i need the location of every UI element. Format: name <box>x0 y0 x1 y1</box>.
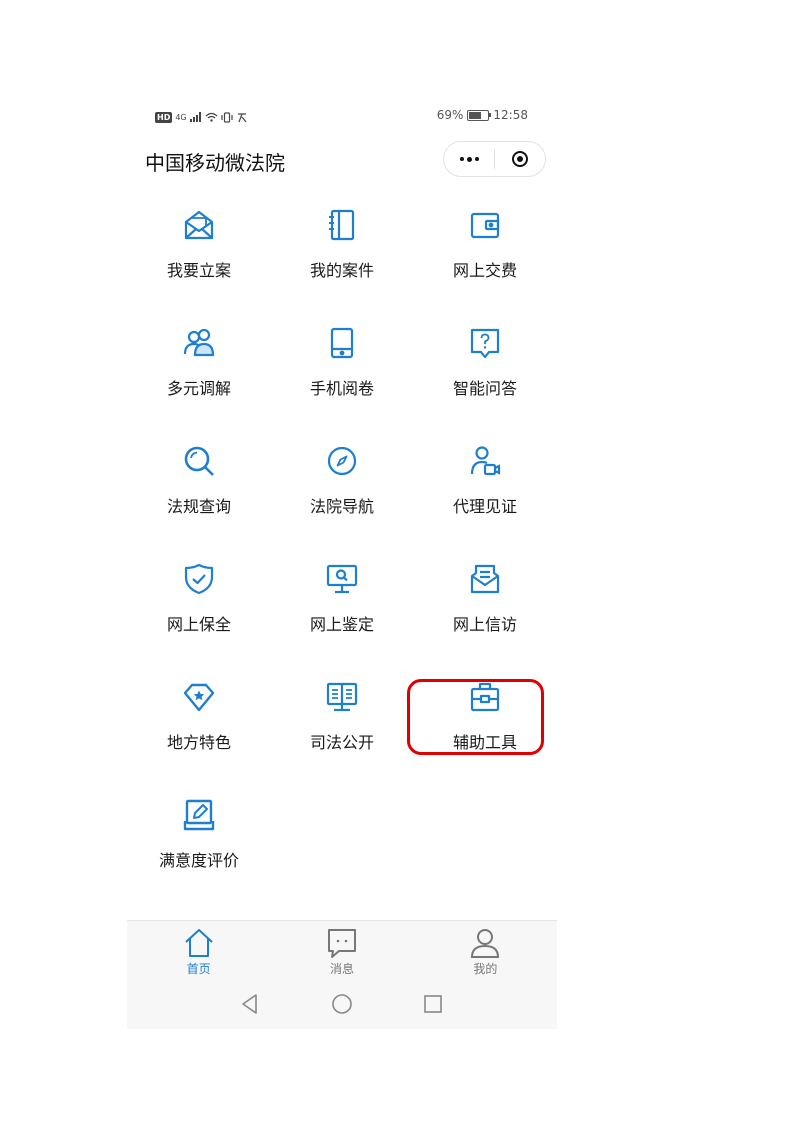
grid-item-local-features[interactable]: 地方特色 <box>139 681 259 771</box>
tab-label: 我的 <box>473 962 498 976</box>
envelope-open-icon <box>184 210 214 240</box>
recents-square-icon[interactable] <box>422 993 444 1015</box>
diamond-star-icon <box>183 683 215 712</box>
home-circle-icon[interactable] <box>331 993 353 1015</box>
edit-tray-icon <box>183 799 215 831</box>
grid-item-judicial-disclosure[interactable]: 司法公开 <box>282 681 402 771</box>
grid-item-online-preservation[interactable]: 网上保全 <box>139 563 259 653</box>
grid-item-my-cases[interactable]: 我的案件 <box>282 209 402 299</box>
home-icon <box>184 929 213 957</box>
tab-mine[interactable]: 我的 <box>414 921 557 979</box>
grid-item-smart-qa[interactable]: 智能问答 <box>425 327 545 417</box>
status-bar-right: 69% 12:58 <box>437 108 528 122</box>
status-bar-left: HD 4G <box>155 110 248 124</box>
tab-bar: 首页 消息 我的 <box>127 920 557 979</box>
signal-icon <box>189 112 201 122</box>
close-miniprogram-button[interactable] <box>495 142 545 176</box>
battery-icon <box>467 109 492 121</box>
user-icon <box>471 929 500 958</box>
question-bubble-icon <box>470 328 500 359</box>
grid-item-mobile-review[interactable]: 手机阅卷 <box>282 327 402 417</box>
grid-item-online-petition[interactable]: 网上信访 <box>425 563 545 653</box>
grid-item-satisfaction-rating[interactable]: 满意度评价 <box>139 799 259 889</box>
grid-label: 地方特色 <box>166 733 231 752</box>
grid-item-proxy-witness[interactable]: 代理见证 <box>425 445 545 535</box>
menu-capsule <box>443 141 546 177</box>
mail-letter-icon <box>470 564 500 594</box>
grid-item-online-appraisal[interactable]: 网上鉴定 <box>282 563 402 653</box>
wifi-icon <box>205 112 218 122</box>
grid-item-law-search[interactable]: 法规查询 <box>139 445 259 535</box>
grid-item-mediation[interactable]: 多元调解 <box>139 327 259 417</box>
shield-check-icon <box>184 563 214 595</box>
page-title: 中国移动微法院 <box>145 151 285 175</box>
target-icon <box>512 151 528 167</box>
grid-label: 法院导航 <box>309 497 374 516</box>
grid-label: 网上保全 <box>166 615 231 634</box>
tab-home[interactable]: 首页 <box>127 921 270 979</box>
nfc-icon <box>237 112 247 122</box>
grid-label: 司法公开 <box>309 733 374 752</box>
person-video-icon <box>470 446 501 476</box>
grid-label: 网上交费 <box>452 261 517 280</box>
wallet-icon <box>470 212 500 239</box>
grid-label: 我要立案 <box>166 261 231 280</box>
grid-label: 代理见证 <box>452 497 517 516</box>
grid-item-court-navigation[interactable]: 法院导航 <box>282 445 402 535</box>
tab-messages[interactable]: 消息 <box>270 921 413 979</box>
grid-label: 法规查询 <box>166 497 231 516</box>
tab-label: 消息 <box>329 962 354 976</box>
message-icon <box>327 929 356 958</box>
hd-badge: HD <box>155 111 173 123</box>
grid-label: 我的案件 <box>309 261 374 280</box>
monitor-search-icon <box>326 564 358 594</box>
vibrate-icon <box>221 111 233 123</box>
grid-label: 多元调解 <box>166 379 231 398</box>
grid-item-online-payment[interactable]: 网上交费 <box>425 209 545 299</box>
search-icon <box>184 446 214 476</box>
people-icon <box>183 328 215 357</box>
tablet-icon <box>330 327 354 359</box>
back-triangle-icon[interactable] <box>239 993 261 1015</box>
network-type: 4G <box>175 112 187 122</box>
notebook-icon <box>329 209 355 241</box>
system-nav-bar <box>127 978 557 1029</box>
grid-label: 网上鉴定 <box>309 615 374 634</box>
grid-label: 满意度评价 <box>158 851 239 870</box>
grid-item-case-filing[interactable]: 我要立案 <box>139 209 259 299</box>
grid-label: 智能问答 <box>452 379 517 398</box>
compass-icon <box>327 446 357 476</box>
open-book-stand-icon <box>326 682 358 712</box>
more-button[interactable] <box>444 142 494 176</box>
battery-percent: 69% <box>436 108 464 122</box>
grid-label: 网上信访 <box>452 615 517 634</box>
tab-label: 首页 <box>186 962 211 976</box>
grid-label: 手机阅卷 <box>309 379 374 398</box>
clock: 12:58 <box>493 108 528 122</box>
highlight-annotation <box>407 679 544 755</box>
